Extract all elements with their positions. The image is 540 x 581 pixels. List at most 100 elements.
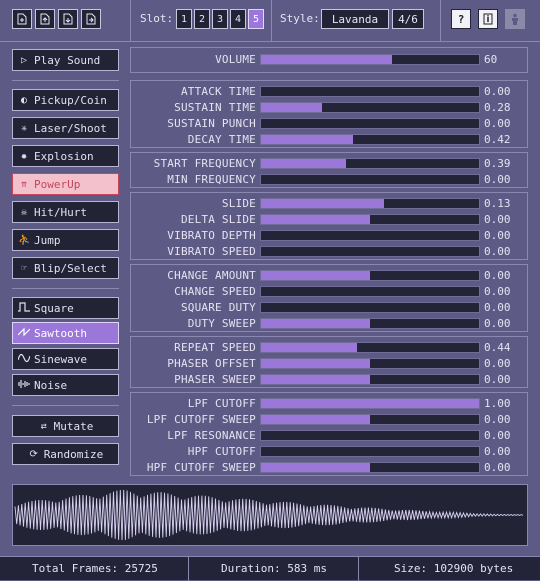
- randomize-button[interactable]: ⟳ Randomize: [12, 443, 119, 465]
- slider-fill: [261, 199, 385, 208]
- volume-slider[interactable]: [260, 54, 480, 65]
- param-label: SUSTAIN TIME: [174, 101, 256, 114]
- top-toolbar: Slot: 1 2 3 4 5 Style: Lavanda 4/6 ?: [0, 0, 540, 42]
- mutate-button[interactable]: ⇄ Mutate: [12, 415, 119, 437]
- param-label: CHANGE SPEED: [174, 285, 256, 298]
- play-icon: ▷: [20, 54, 28, 66]
- laser-shoot-button[interactable]: ✳ Laser/Shoot: [12, 117, 119, 139]
- param-slider[interactable]: [260, 158, 480, 169]
- param-slider[interactable]: [260, 102, 480, 113]
- param-value: 0.13: [484, 197, 511, 210]
- param-slider[interactable]: [260, 134, 480, 145]
- param-slider[interactable]: [260, 446, 480, 457]
- style-label: Style:: [280, 12, 320, 25]
- person-icon[interactable]: [505, 9, 525, 29]
- explosion-button[interactable]: ✹ Explosion: [12, 145, 119, 167]
- param-slider[interactable]: [260, 358, 480, 369]
- slot-button-3[interactable]: 3: [212, 9, 228, 29]
- slot-button-1[interactable]: 1: [176, 9, 192, 29]
- param-row-repeat-speed: REPEAT SPEED 0.44: [130, 340, 528, 356]
- sawtooth-wave-button[interactable]: Sawtooth: [12, 322, 119, 344]
- slider-fill: [261, 103, 323, 112]
- slider-fill: [261, 271, 370, 280]
- param-label: START FREQUENCY: [153, 157, 256, 170]
- laser-icon: ✳: [20, 122, 28, 134]
- pickup-coin-button[interactable]: ◐ Pickup/Coin: [12, 89, 119, 111]
- coin-icon: ◐: [20, 94, 28, 106]
- skull-icon: ☠: [20, 206, 28, 218]
- param-slider[interactable]: [260, 430, 480, 441]
- param-value: 0.00: [484, 301, 511, 314]
- param-slider[interactable]: [260, 198, 480, 209]
- sine-wave-label: Sinewave: [34, 352, 87, 366]
- noise-wave-button[interactable]: Noise: [12, 374, 119, 396]
- hit-hurt-label: Hit/Hurt: [34, 205, 87, 219]
- slot-button-2[interactable]: 2: [194, 9, 210, 29]
- param-slider[interactable]: [260, 374, 480, 385]
- param-value: 0.00: [484, 269, 511, 282]
- blip-select-button[interactable]: ☞ Blip/Select: [12, 257, 119, 279]
- param-row-hpf-cutoff: HPF CUTOFF 0.00: [130, 444, 528, 460]
- section-divider: [12, 80, 119, 81]
- param-slider[interactable]: [260, 318, 480, 329]
- style-selector[interactable]: Lavanda: [321, 9, 389, 29]
- toolbar-divider: [271, 0, 272, 42]
- explosion-label: Explosion: [34, 149, 94, 163]
- param-slider[interactable]: [260, 270, 480, 281]
- param-slider[interactable]: [260, 246, 480, 257]
- jump-button[interactable]: ⛹ Jump: [12, 229, 119, 251]
- hit-hurt-button[interactable]: ☠ Hit/Hurt: [12, 201, 119, 223]
- param-value: 0.42: [484, 133, 511, 146]
- style-counter[interactable]: 4/6: [392, 9, 424, 29]
- param-label: DECAY TIME: [187, 133, 256, 146]
- slot-button-5[interactable]: 5: [248, 9, 264, 29]
- param-value: 1.00: [484, 397, 511, 410]
- param-slider[interactable]: [260, 230, 480, 241]
- param-label: VOLUME: [215, 53, 256, 66]
- param-row-hpf-cutoff-sweep: HPF CUTOFF SWEEP 0.00: [130, 460, 528, 476]
- new-file-icon[interactable]: [12, 9, 32, 29]
- param-label: LPF RESONANCE: [167, 429, 256, 442]
- help-icon[interactable]: ?: [451, 9, 471, 29]
- param-slider[interactable]: [260, 174, 480, 185]
- open-file-icon[interactable]: [35, 9, 55, 29]
- jump-icon: ⛹: [18, 234, 31, 246]
- powerup-button[interactable]: ⇈ PowerUp: [12, 173, 119, 195]
- param-slider[interactable]: [260, 414, 480, 425]
- param-slider[interactable]: [260, 286, 480, 297]
- volume-row: VOLUME 60: [130, 52, 528, 68]
- slider-fill: [261, 135, 353, 144]
- param-slider[interactable]: [260, 214, 480, 225]
- size-text: Size: 102900 bytes: [394, 562, 514, 575]
- jump-label: Jump: [34, 233, 61, 247]
- save-file-icon[interactable]: [58, 9, 78, 29]
- noise-wave-label: Noise: [34, 378, 68, 392]
- param-row-phaser-sweep: PHASER SWEEP 0.00: [130, 372, 528, 388]
- powerup-icon: ⇈: [20, 178, 28, 190]
- param-slider[interactable]: [260, 398, 480, 409]
- param-slider[interactable]: [260, 342, 480, 353]
- param-slider[interactable]: [260, 86, 480, 97]
- param-slider[interactable]: [260, 462, 480, 473]
- param-slider[interactable]: [260, 302, 480, 313]
- param-row-decay-time: DECAY TIME 0.42: [130, 132, 528, 148]
- blip-icon: ☞: [20, 262, 28, 274]
- param-value: 0.00: [484, 413, 511, 426]
- play-sound-button[interactable]: ▷ Play Sound: [12, 49, 119, 71]
- param-row-square-duty: SQUARE DUTY 0.00: [130, 300, 528, 316]
- slider-fill: [261, 415, 370, 424]
- sine-wave-button[interactable]: Sinewave: [12, 348, 119, 370]
- param-row-delta-slide: DELTA SLIDE 0.00: [130, 212, 528, 228]
- slider-fill: [261, 159, 347, 168]
- square-wave-button[interactable]: Square: [12, 297, 119, 319]
- slider-fill: [261, 399, 479, 408]
- param-label: SLIDE: [221, 197, 256, 210]
- status-bar: Total Frames: 25725 Duration: 583 ms Siz…: [0, 556, 540, 581]
- param-label: LPF CUTOFF: [187, 397, 256, 410]
- info-icon[interactable]: [478, 9, 498, 29]
- param-row-phaser-offset: PHASER OFFSET 0.00: [130, 356, 528, 372]
- slot-button-4[interactable]: 4: [230, 9, 246, 29]
- param-slider[interactable]: [260, 118, 480, 129]
- square-wave-icon: [18, 301, 30, 315]
- export-file-icon[interactable]: [81, 9, 101, 29]
